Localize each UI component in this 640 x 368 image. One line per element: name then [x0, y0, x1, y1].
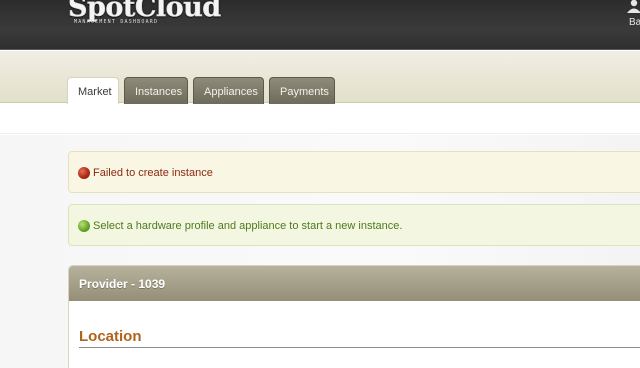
user-account-link[interactable]: Ba	[629, 17, 640, 28]
provider-panel: Provider - 1039 Location	[68, 265, 640, 368]
tab-bar: Market Instances Appliances Payments	[0, 51, 640, 107]
tab-market-label: Market	[78, 86, 112, 98]
location-section-title: Location	[79, 328, 142, 345]
section-divider	[79, 347, 640, 348]
user-icon[interactable]	[626, 0, 640, 14]
tab-instances-label: Instances	[135, 86, 183, 98]
tab-appliances-label: Appliances	[204, 86, 258, 98]
tab-appliances[interactable]: Appliances	[193, 77, 264, 104]
tab-instances[interactable]: Instances	[124, 77, 188, 104]
red-status-dot-icon	[78, 167, 90, 179]
tab-market[interactable]: Market	[67, 77, 119, 107]
error-message: Failed to create instance	[68, 151, 640, 193]
error-message-text: Failed to create instance	[93, 167, 213, 179]
top-header: SpotCloud MANAGEMENT DASHBOARD Ba	[0, 0, 640, 50]
tab-payments-label: Payments	[280, 86, 329, 98]
green-status-dot-icon	[78, 220, 90, 232]
subheader-strip	[0, 104, 640, 134]
logo-subtitle: MANAGEMENT DASHBOARD	[74, 19, 159, 25]
info-message: Select a hardware profile and appliance …	[68, 204, 640, 246]
panel-title: Provider - 1039	[69, 266, 640, 301]
tab-payments[interactable]: Payments	[269, 77, 335, 104]
info-message-text: Select a hardware profile and appliance …	[93, 220, 403, 232]
